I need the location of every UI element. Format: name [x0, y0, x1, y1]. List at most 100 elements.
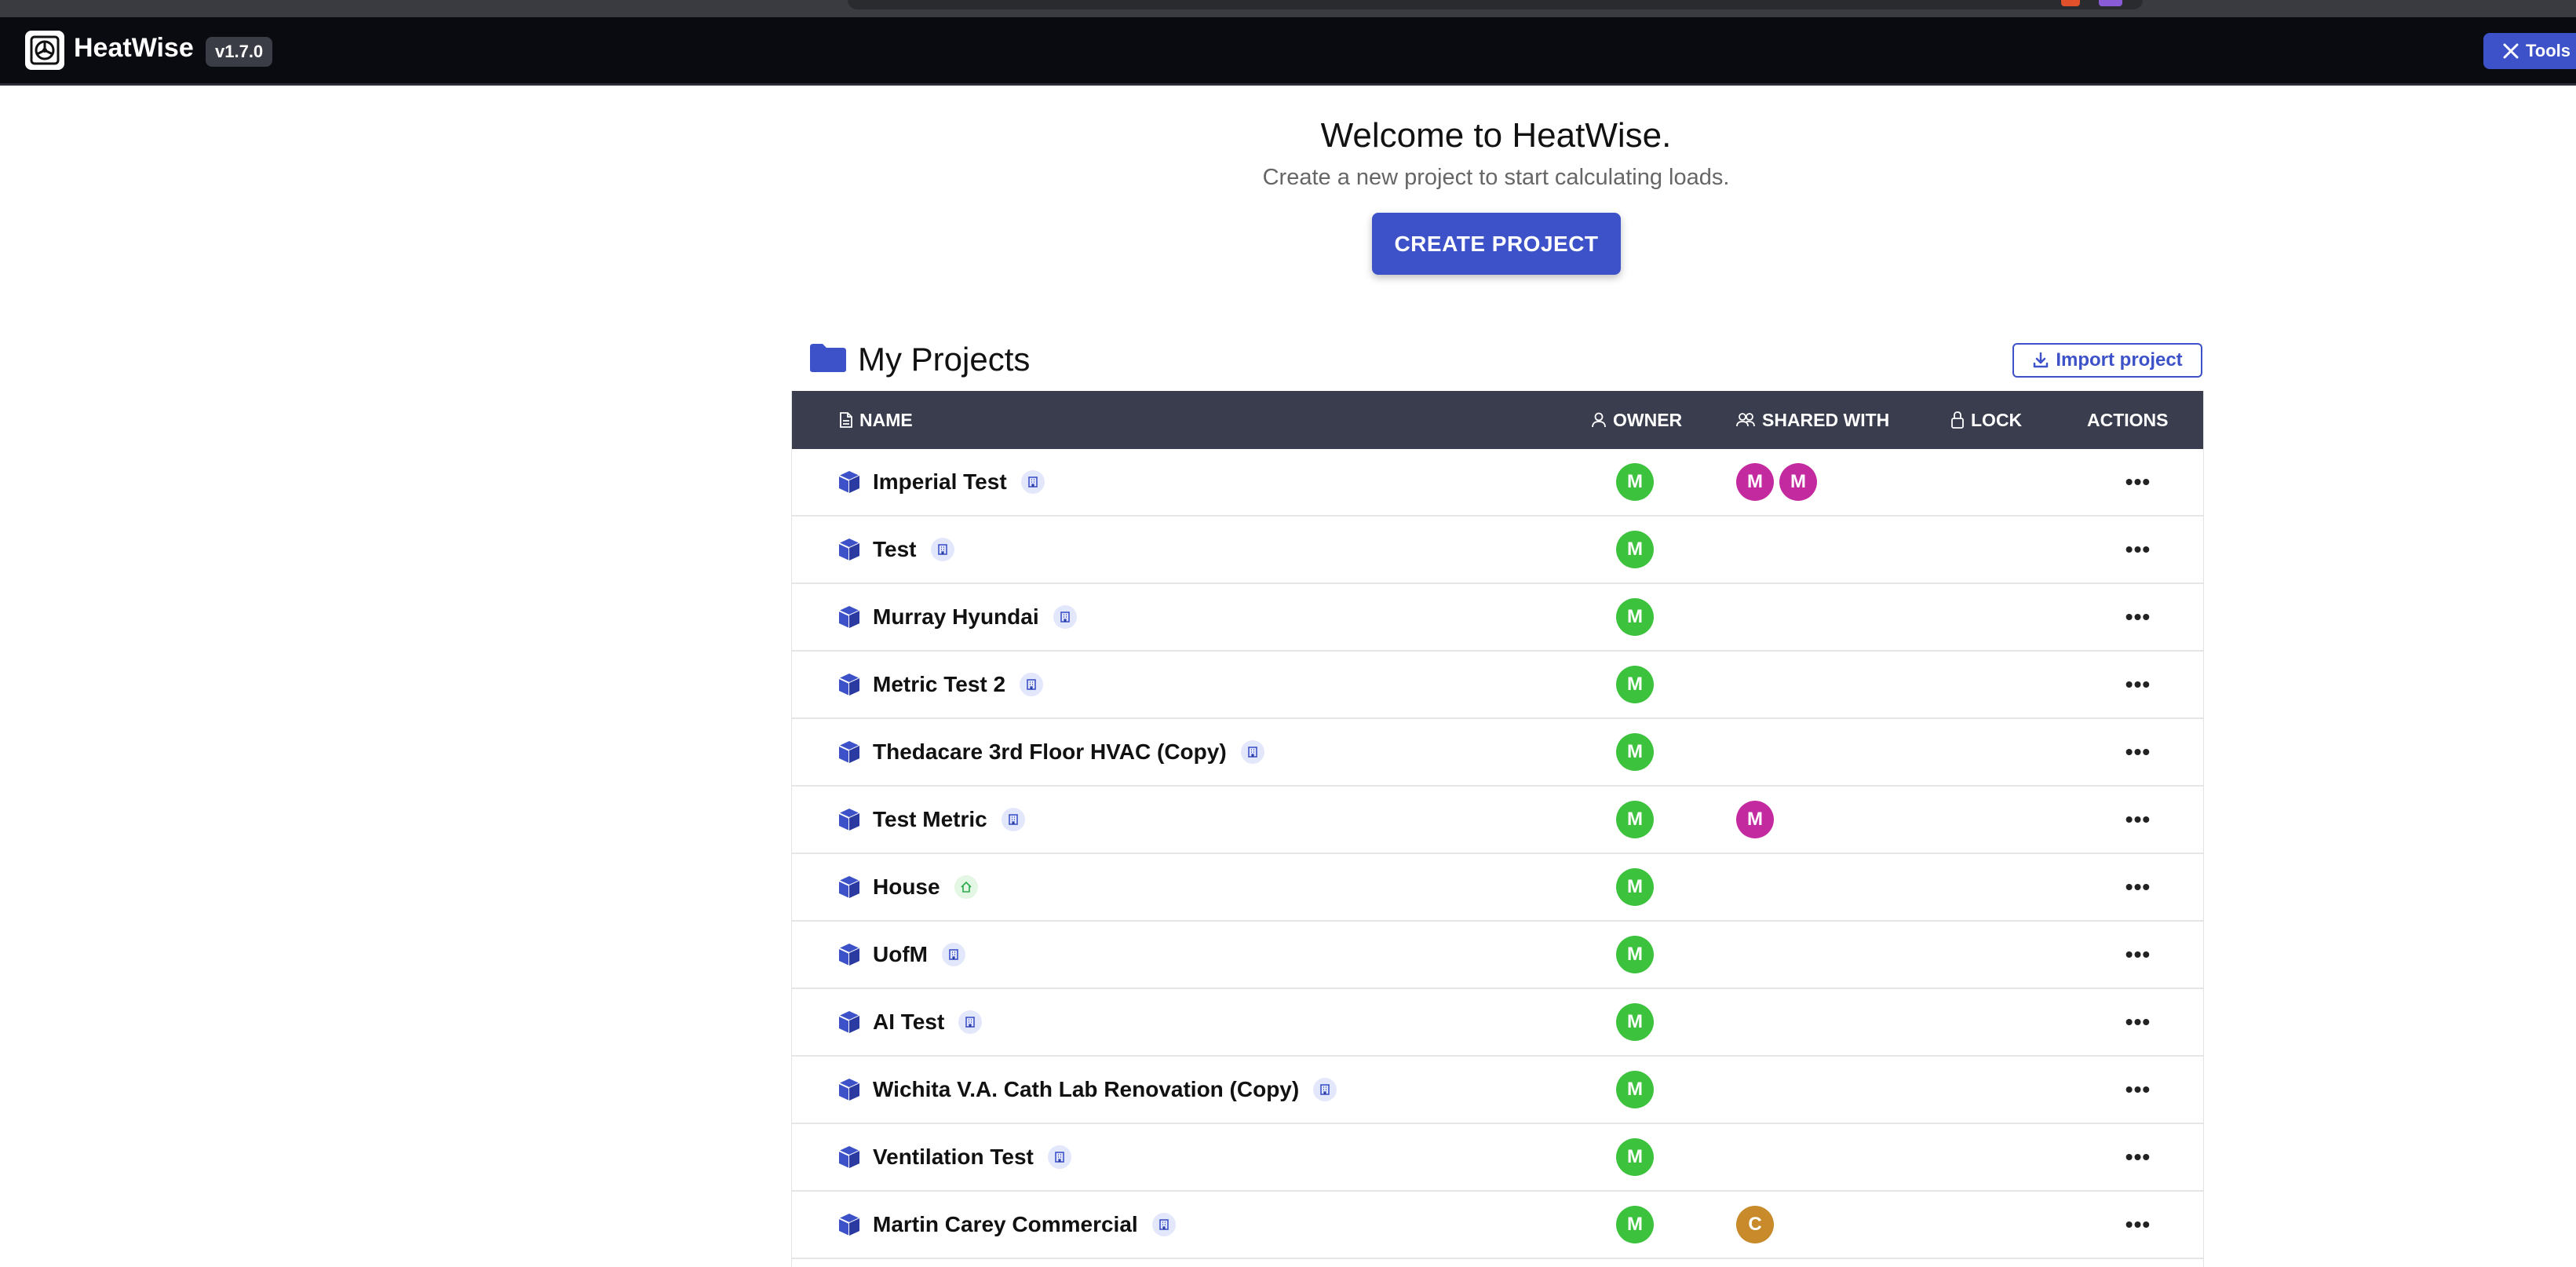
project-name-cell[interactable]: Test — [873, 517, 954, 582]
project-name[interactable]: Martin Carey Commercial — [873, 1212, 1138, 1237]
row-actions-button[interactable]: ••• — [2118, 719, 2158, 785]
table-row[interactable]: Imperial Test M M M ••• — [792, 449, 2203, 517]
table-row[interactable]: Wichita V.A. Cath Lab Renovation (Copy) M… — [792, 1057, 2203, 1124]
row-actions-button[interactable]: ••• — [2118, 1259, 2158, 1267]
project-name-cell[interactable]: Metric Test 2 — [873, 652, 1044, 717]
owner-avatar[interactable]: M — [1616, 733, 1654, 771]
profile-icon[interactable] — [2099, 0, 2122, 6]
project-name-cell[interactable]: Wichita V.A. Cath Lab Renovation (Copy) — [873, 1057, 1337, 1123]
project-name[interactable]: Test — [873, 537, 917, 562]
shared-avatar[interactable]: M — [1736, 463, 1774, 501]
cube-icon — [837, 1010, 862, 1035]
tools-label: Tools — [2526, 41, 2571, 60]
cube-icon — [837, 1077, 862, 1102]
file-icon — [840, 412, 852, 428]
row-actions-button[interactable]: ••• — [2118, 1124, 2158, 1190]
lock-icon — [1951, 411, 1964, 429]
table-row[interactable]: Murray Hyundai M ••• — [792, 584, 2203, 652]
table-row[interactable]: Ventilation Test M ••• — [792, 1124, 2203, 1192]
owner-avatar[interactable]: M — [1616, 868, 1654, 906]
project-name[interactable]: AI Test — [873, 1010, 944, 1035]
project-name[interactable]: House — [873, 874, 940, 900]
project-name-cell[interactable]: Test Metric — [873, 787, 1025, 853]
building-icon — [930, 538, 954, 561]
project-name[interactable]: Test Metric — [873, 807, 987, 832]
project-name[interactable]: Metric Test 2 — [873, 672, 1005, 697]
owner-avatar[interactable]: M — [1616, 1138, 1654, 1176]
project-name-cell[interactable]: UofM — [873, 922, 965, 988]
owner-avatar[interactable]: M — [1616, 936, 1654, 973]
tools-button[interactable]: Tools — [2483, 33, 2576, 69]
row-actions-button[interactable]: ••• — [2118, 989, 2158, 1055]
table-row[interactable]: Thedacare 3rd Floor HVAC (Copy) M ••• — [792, 719, 2203, 787]
column-shared[interactable]: SHARED WITH — [1735, 391, 1889, 449]
project-name-cell[interactable]: Thedacare 3rd Floor HVAC (Copy) — [873, 719, 1264, 785]
project-name-cell[interactable]: Murray Hyundai — [873, 584, 1077, 650]
owner-avatar[interactable]: M — [1616, 1206, 1654, 1243]
project-name[interactable]: Imperial Test — [873, 469, 1007, 495]
table-row[interactable]: AI Test M ••• — [792, 989, 2203, 1057]
column-lock[interactable]: LOCK — [1950, 391, 2022, 449]
building-icon — [958, 1010, 983, 1034]
owner-avatar[interactable]: M — [1616, 666, 1654, 703]
cube-icon — [837, 537, 862, 562]
cube-icon — [837, 1145, 862, 1170]
row-actions-button[interactable]: ••• — [2118, 1057, 2158, 1123]
column-shared-label: SHARED WITH — [1762, 409, 1890, 430]
table-row[interactable]: Test M ••• — [792, 517, 2203, 584]
building-icon — [1053, 605, 1077, 629]
cube-icon — [837, 672, 862, 697]
app-name[interactable]: HeatWise — [74, 33, 194, 64]
create-project-button[interactable]: CREATE PROJECT — [1372, 213, 1621, 275]
tools-icon — [2503, 43, 2519, 59]
project-name-cell[interactable]: Martin Carey Commercial — [873, 1192, 1176, 1258]
table-row[interactable]: Test Metric M M ••• — [792, 787, 2203, 854]
building-icon — [1001, 808, 1025, 831]
owner-avatar[interactable]: M — [1616, 1071, 1654, 1108]
table-row[interactable]: Martin Carey Commercial M C ••• — [792, 1192, 2203, 1259]
shared-avatar[interactable]: M — [1736, 801, 1774, 838]
project-name[interactable]: Thedacare 3rd Floor HVAC (Copy) — [873, 739, 1227, 765]
building-icon — [1313, 1078, 1337, 1101]
welcome-subtitle: Create a new project to start calculatin… — [1262, 165, 1730, 190]
shared-avatar[interactable]: M — [1779, 463, 1817, 501]
cube-icon — [837, 469, 862, 495]
folder-icon — [810, 344, 846, 372]
table-row[interactable]: Metric Test 2 M ••• — [792, 652, 2203, 719]
cube-icon — [837, 807, 862, 832]
column-owner[interactable]: OWNER — [1591, 391, 1682, 449]
table-row[interactable]: UofM M ••• — [792, 922, 2203, 989]
owner-avatar[interactable]: M — [1616, 1003, 1654, 1041]
project-name-cell[interactable]: AI Test — [873, 989, 983, 1055]
project-name-cell[interactable]: House — [873, 854, 978, 920]
project-name-cell[interactable]: Ventilation Test — [873, 1124, 1071, 1190]
owner-avatar[interactable]: M — [1616, 598, 1654, 636]
row-actions-button[interactable]: ••• — [2118, 854, 2158, 920]
owner-avatar[interactable]: M — [1616, 531, 1654, 568]
owner-avatar[interactable]: M — [1616, 801, 1654, 838]
table-row[interactable]: M••• — [792, 1259, 2203, 1267]
row-actions-button[interactable]: ••• — [2118, 652, 2158, 717]
building-icon — [1020, 673, 1044, 696]
project-name[interactable]: Wichita V.A. Cath Lab Renovation (Copy) — [873, 1077, 1299, 1102]
shared-avatar[interactable]: C — [1736, 1206, 1774, 1243]
address-bar[interactable] — [848, 0, 2143, 9]
import-project-button[interactable]: Import project — [2012, 343, 2202, 378]
project-name-cell[interactable]: Imperial Test — [873, 449, 1045, 515]
column-name[interactable]: NAME — [839, 391, 913, 449]
cube-icon — [837, 874, 862, 900]
extension-icon[interactable] — [2061, 0, 2080, 6]
heatwise-logo-icon[interactable] — [25, 31, 64, 70]
project-name[interactable]: Ventilation Test — [873, 1145, 1034, 1170]
project-name[interactable]: Murray Hyundai — [873, 604, 1039, 630]
owner-avatar[interactable]: M — [1616, 463, 1654, 501]
row-actions-button[interactable]: ••• — [2118, 787, 2158, 853]
row-actions-button[interactable]: ••• — [2118, 449, 2158, 515]
row-actions-button[interactable]: ••• — [2118, 922, 2158, 988]
table-row[interactable]: House M ••• — [792, 854, 2203, 922]
version-badge: v1.7.0 — [206, 37, 273, 67]
row-actions-button[interactable]: ••• — [2118, 517, 2158, 582]
project-name[interactable]: UofM — [873, 942, 928, 967]
row-actions-button[interactable]: ••• — [2118, 1192, 2158, 1258]
row-actions-button[interactable]: ••• — [2118, 584, 2158, 650]
